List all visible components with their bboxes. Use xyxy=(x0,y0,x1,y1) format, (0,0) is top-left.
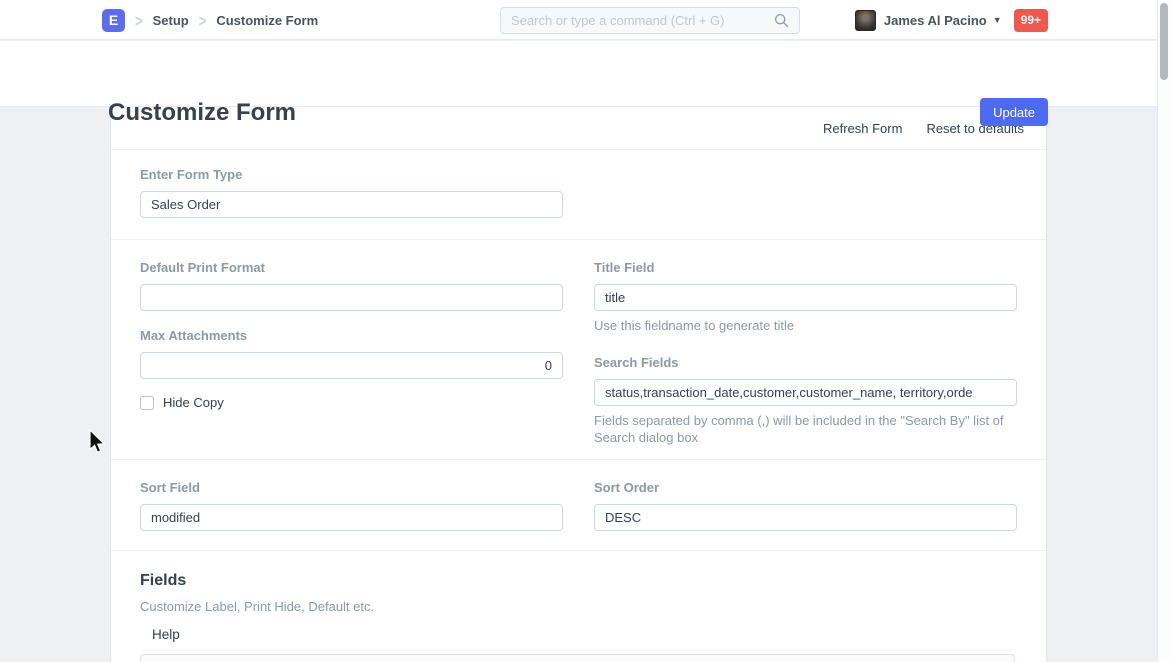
form-type-label: Enter Form Type xyxy=(140,167,1015,183)
title-field-label: Title Field xyxy=(594,260,1017,276)
max-attachments-input[interactable] xyxy=(140,352,563,379)
chevron-right-icon: > xyxy=(135,10,143,30)
breadcrumb: E > Setup > Customize Form xyxy=(102,0,318,40)
section-properties: Default Print Format Max Attachments Hid… xyxy=(111,240,1046,460)
user-avatar xyxy=(855,10,876,31)
properties-right-column: Title Field Use this fieldname to genera… xyxy=(594,260,1017,459)
update-button[interactable]: Update xyxy=(980,98,1048,126)
notification-badge[interactable]: 99+ xyxy=(1014,9,1048,32)
sort-order-column: Sort Order xyxy=(594,480,1017,550)
navbar: E > Setup > Customize Form James Al Paci… xyxy=(0,0,1170,40)
title-field-help: Use this fieldname to generate title xyxy=(594,317,1017,334)
page-head: Customize Form Update xyxy=(0,41,1170,107)
search-fields-input[interactable] xyxy=(594,379,1017,406)
search-icon xyxy=(774,13,789,28)
chevron-right-icon: > xyxy=(199,10,207,30)
sort-field-column: Sort Field xyxy=(140,480,563,550)
properties-left-column: Default Print Format Max Attachments Hid… xyxy=(140,260,563,459)
app-logo[interactable]: E xyxy=(102,9,125,32)
section-fields: Fields Customize Label, Print Hide, Defa… xyxy=(111,551,1046,662)
scrollbar-track[interactable] xyxy=(1157,0,1170,662)
global-search xyxy=(500,7,800,34)
sort-order-input[interactable] xyxy=(594,504,1017,531)
max-attachments-label: Max Attachments xyxy=(140,328,563,344)
default-print-format-input[interactable] xyxy=(140,284,563,311)
chevron-down-icon: ▼ xyxy=(993,15,1002,25)
search-fields-label: Search Fields xyxy=(594,355,1017,371)
fields-section-subtitle: Customize Label, Print Hide, Default etc… xyxy=(140,599,1015,614)
breadcrumb-customize-form[interactable]: Customize Form xyxy=(216,13,318,28)
fields-grid-top-edge xyxy=(140,654,1015,662)
breadcrumb-setup[interactable]: Setup xyxy=(153,13,189,28)
form-container: Refresh Form Reset to defaults Enter For… xyxy=(110,107,1047,662)
mouse-cursor-icon xyxy=(88,429,106,455)
sort-field-input[interactable] xyxy=(140,504,563,531)
hide-copy-checkbox-row[interactable]: Hide Copy xyxy=(140,395,563,410)
title-field-input[interactable] xyxy=(594,284,1017,311)
sort-order-label: Sort Order xyxy=(594,480,1017,496)
refresh-form-button[interactable]: Refresh Form xyxy=(823,121,902,136)
user-menu[interactable]: James Al Pacino ▼ xyxy=(855,10,1002,31)
form-type-input[interactable] xyxy=(140,191,563,218)
sort-field-label: Sort Field xyxy=(140,480,563,496)
customize-form-screen: E > Setup > Customize Form James Al Paci… xyxy=(0,0,1170,662)
hide-copy-checkbox[interactable] xyxy=(140,396,154,410)
page-title: Customize Form xyxy=(108,99,296,127)
search-input[interactable] xyxy=(511,13,774,28)
default-print-format-label: Default Print Format xyxy=(140,260,563,276)
fields-section-title: Fields xyxy=(140,571,1015,590)
section-sorting: Sort Field Sort Order xyxy=(111,460,1046,551)
section-form-type: Enter Form Type xyxy=(111,150,1046,240)
hide-copy-label: Hide Copy xyxy=(163,395,224,410)
user-name: James Al Pacino xyxy=(884,13,987,28)
navbar-right: James Al Pacino ▼ 99+ xyxy=(855,0,1048,40)
search-fields-help: Fields separated by comma (,) will be in… xyxy=(594,412,1017,446)
fields-help-label: Help xyxy=(152,627,1015,642)
scrollbar-thumb[interactable] xyxy=(1160,3,1168,80)
